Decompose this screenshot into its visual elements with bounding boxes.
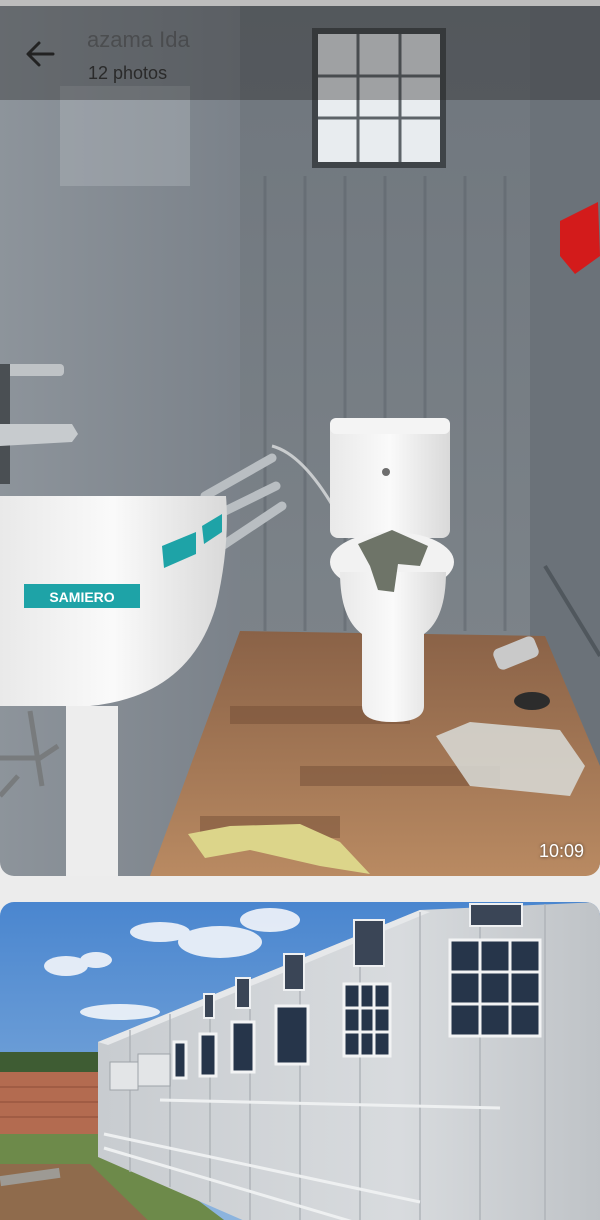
gallery-page: SAMIERO azama Ida 12 photos 10:09 — [0, 0, 600, 1220]
sink-brand-label: SAMIERO — [49, 589, 114, 605]
container-photo — [0, 902, 600, 1220]
arrow-left-icon — [26, 41, 55, 67]
photo-timestamp: 10:09 — [538, 841, 584, 861]
album-photo-count: 12 photos — [88, 63, 168, 83]
app-bar — [0, 6, 600, 100]
back-button[interactable] — [18, 32, 62, 76]
photo-item[interactable]: SAMIERO azama Ida 12 photos 10:09 — [0, 6, 600, 876]
photo-item[interactable] — [0, 902, 600, 1220]
bathroom-photo: SAMIERO — [0, 6, 600, 876]
album-title: azama Ida — [87, 27, 190, 52]
